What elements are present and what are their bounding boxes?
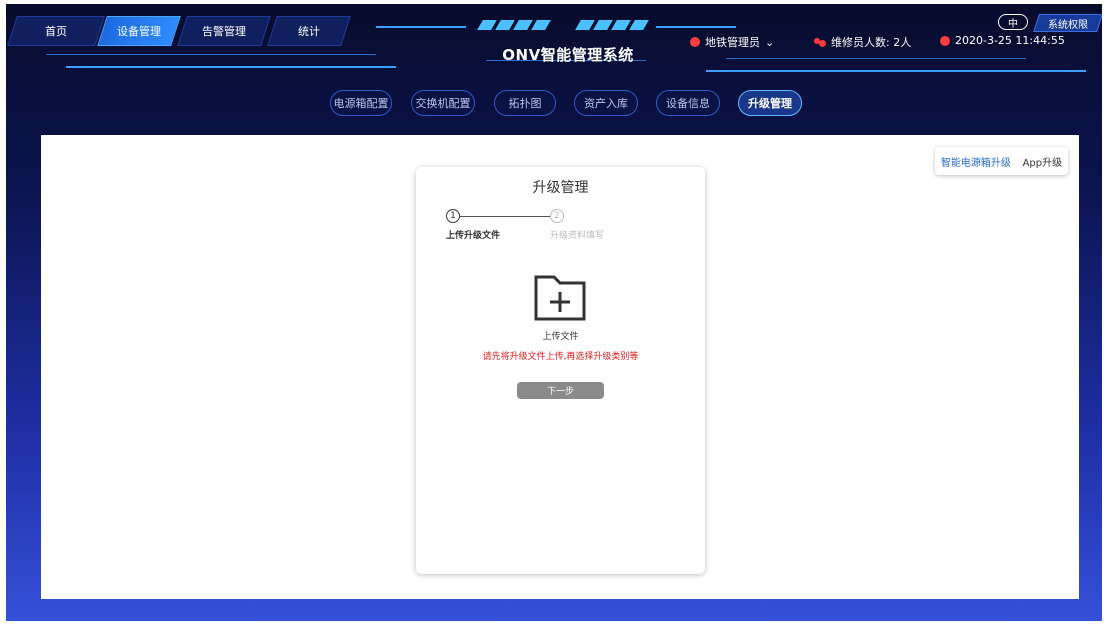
subnav-tab-power-box-config[interactable]: 电源箱配置 [330,90,392,116]
nav-tab-device-management[interactable]: 设备管理 [97,16,181,46]
datetime-text: 2020-3-25 11:44:55 [955,34,1065,47]
header-decoration-line [706,70,1086,72]
user-name: 地铁管理员 [705,36,760,49]
nav-tab-statistics[interactable]: 统计 [267,16,351,46]
step-connector [460,216,550,217]
nav-tab-label: 统计 [298,25,320,38]
nav-tab-label: 告警管理 [202,25,246,38]
system-permission-label: 系统权限 [1048,19,1088,31]
nav-tab-home[interactable]: 首页 [7,16,105,46]
header-decoration-line [376,26,466,28]
app-frame: 首页 设备管理 告警管理 统计 ONV智能管理系统 地铁管理员 ⌄ 维修员人数:… [6,4,1102,621]
upload-file-label[interactable]: 上传文件 [416,329,705,342]
header-stripe [477,20,497,30]
app-title: ONV智能管理系统 [502,46,634,64]
datetime: 2020-3-25 11:44:55 [940,34,1065,47]
main-content: 智能电源箱升级 App升级 升级管理 1 2 上传升级文件 升级资料填写 上传文… [41,135,1079,599]
header-stripe [513,20,533,30]
nav-tab-label: 设备管理 [117,25,161,38]
header-stripe [575,20,595,30]
nav-tab-alarm-management[interactable]: 告警管理 [177,16,271,46]
tab-smart-power-box-upgrade[interactable]: 智能电源箱升级 [941,154,1011,169]
header-decoration-line [656,26,736,28]
maintainer-count-text: 维修员人数: 2人 [831,36,912,49]
next-step-button[interactable]: 下一步 [517,382,604,399]
users-icon [814,37,826,47]
chevron-down-icon: ⌄ [765,35,775,49]
step-1-label: 上传升级文件 [446,231,501,241]
subnav-tab-topology[interactable]: 拓扑图 [494,90,556,116]
clock-icon [940,35,950,46]
header-decoration-line [46,54,376,55]
upgrade-card: 升级管理 1 2 上传升级文件 升级资料填写 上传文件 请先将升级文件上传,再选… [416,167,705,574]
nav-tab-label: 首页 [45,25,67,38]
upload-warning-text: 请先将升级文件上传,再选择升级类别等 [482,352,639,362]
header-decoration-line [66,66,396,68]
step-2-label: 升级资料填写 [550,231,605,241]
header-decoration-line [726,58,1026,59]
folder-add-icon[interactable] [534,275,586,321]
header-stripe [611,20,631,30]
upgrade-type-tabs: 智能电源箱升级 App升级 [935,147,1068,175]
step-1-indicator: 1 [446,209,460,223]
header-stripe [531,20,551,30]
user-icon [690,37,700,47]
card-title: 升级管理 [532,180,589,196]
user-menu[interactable]: 地铁管理员 ⌄ [690,34,774,50]
subnav-tab-switch-config[interactable]: 交换机配置 [411,90,475,116]
header-stripe [629,20,649,30]
header-stripe [593,20,613,30]
subnav-tab-device-info[interactable]: 设备信息 [656,90,720,116]
header-stripe [495,20,515,30]
subnav-tab-upgrade-management[interactable]: 升级管理 [738,90,802,116]
tab-app-upgrade[interactable]: App升级 [1023,154,1063,169]
maintainer-count: 维修员人数: 2人 [814,34,911,50]
system-permission-button[interactable]: 系统权限 [1033,14,1102,32]
subnav-tab-asset-entry[interactable]: 资产入库 [574,90,638,116]
language-button[interactable]: 中 [998,14,1028,30]
step-2-indicator: 2 [550,209,564,223]
